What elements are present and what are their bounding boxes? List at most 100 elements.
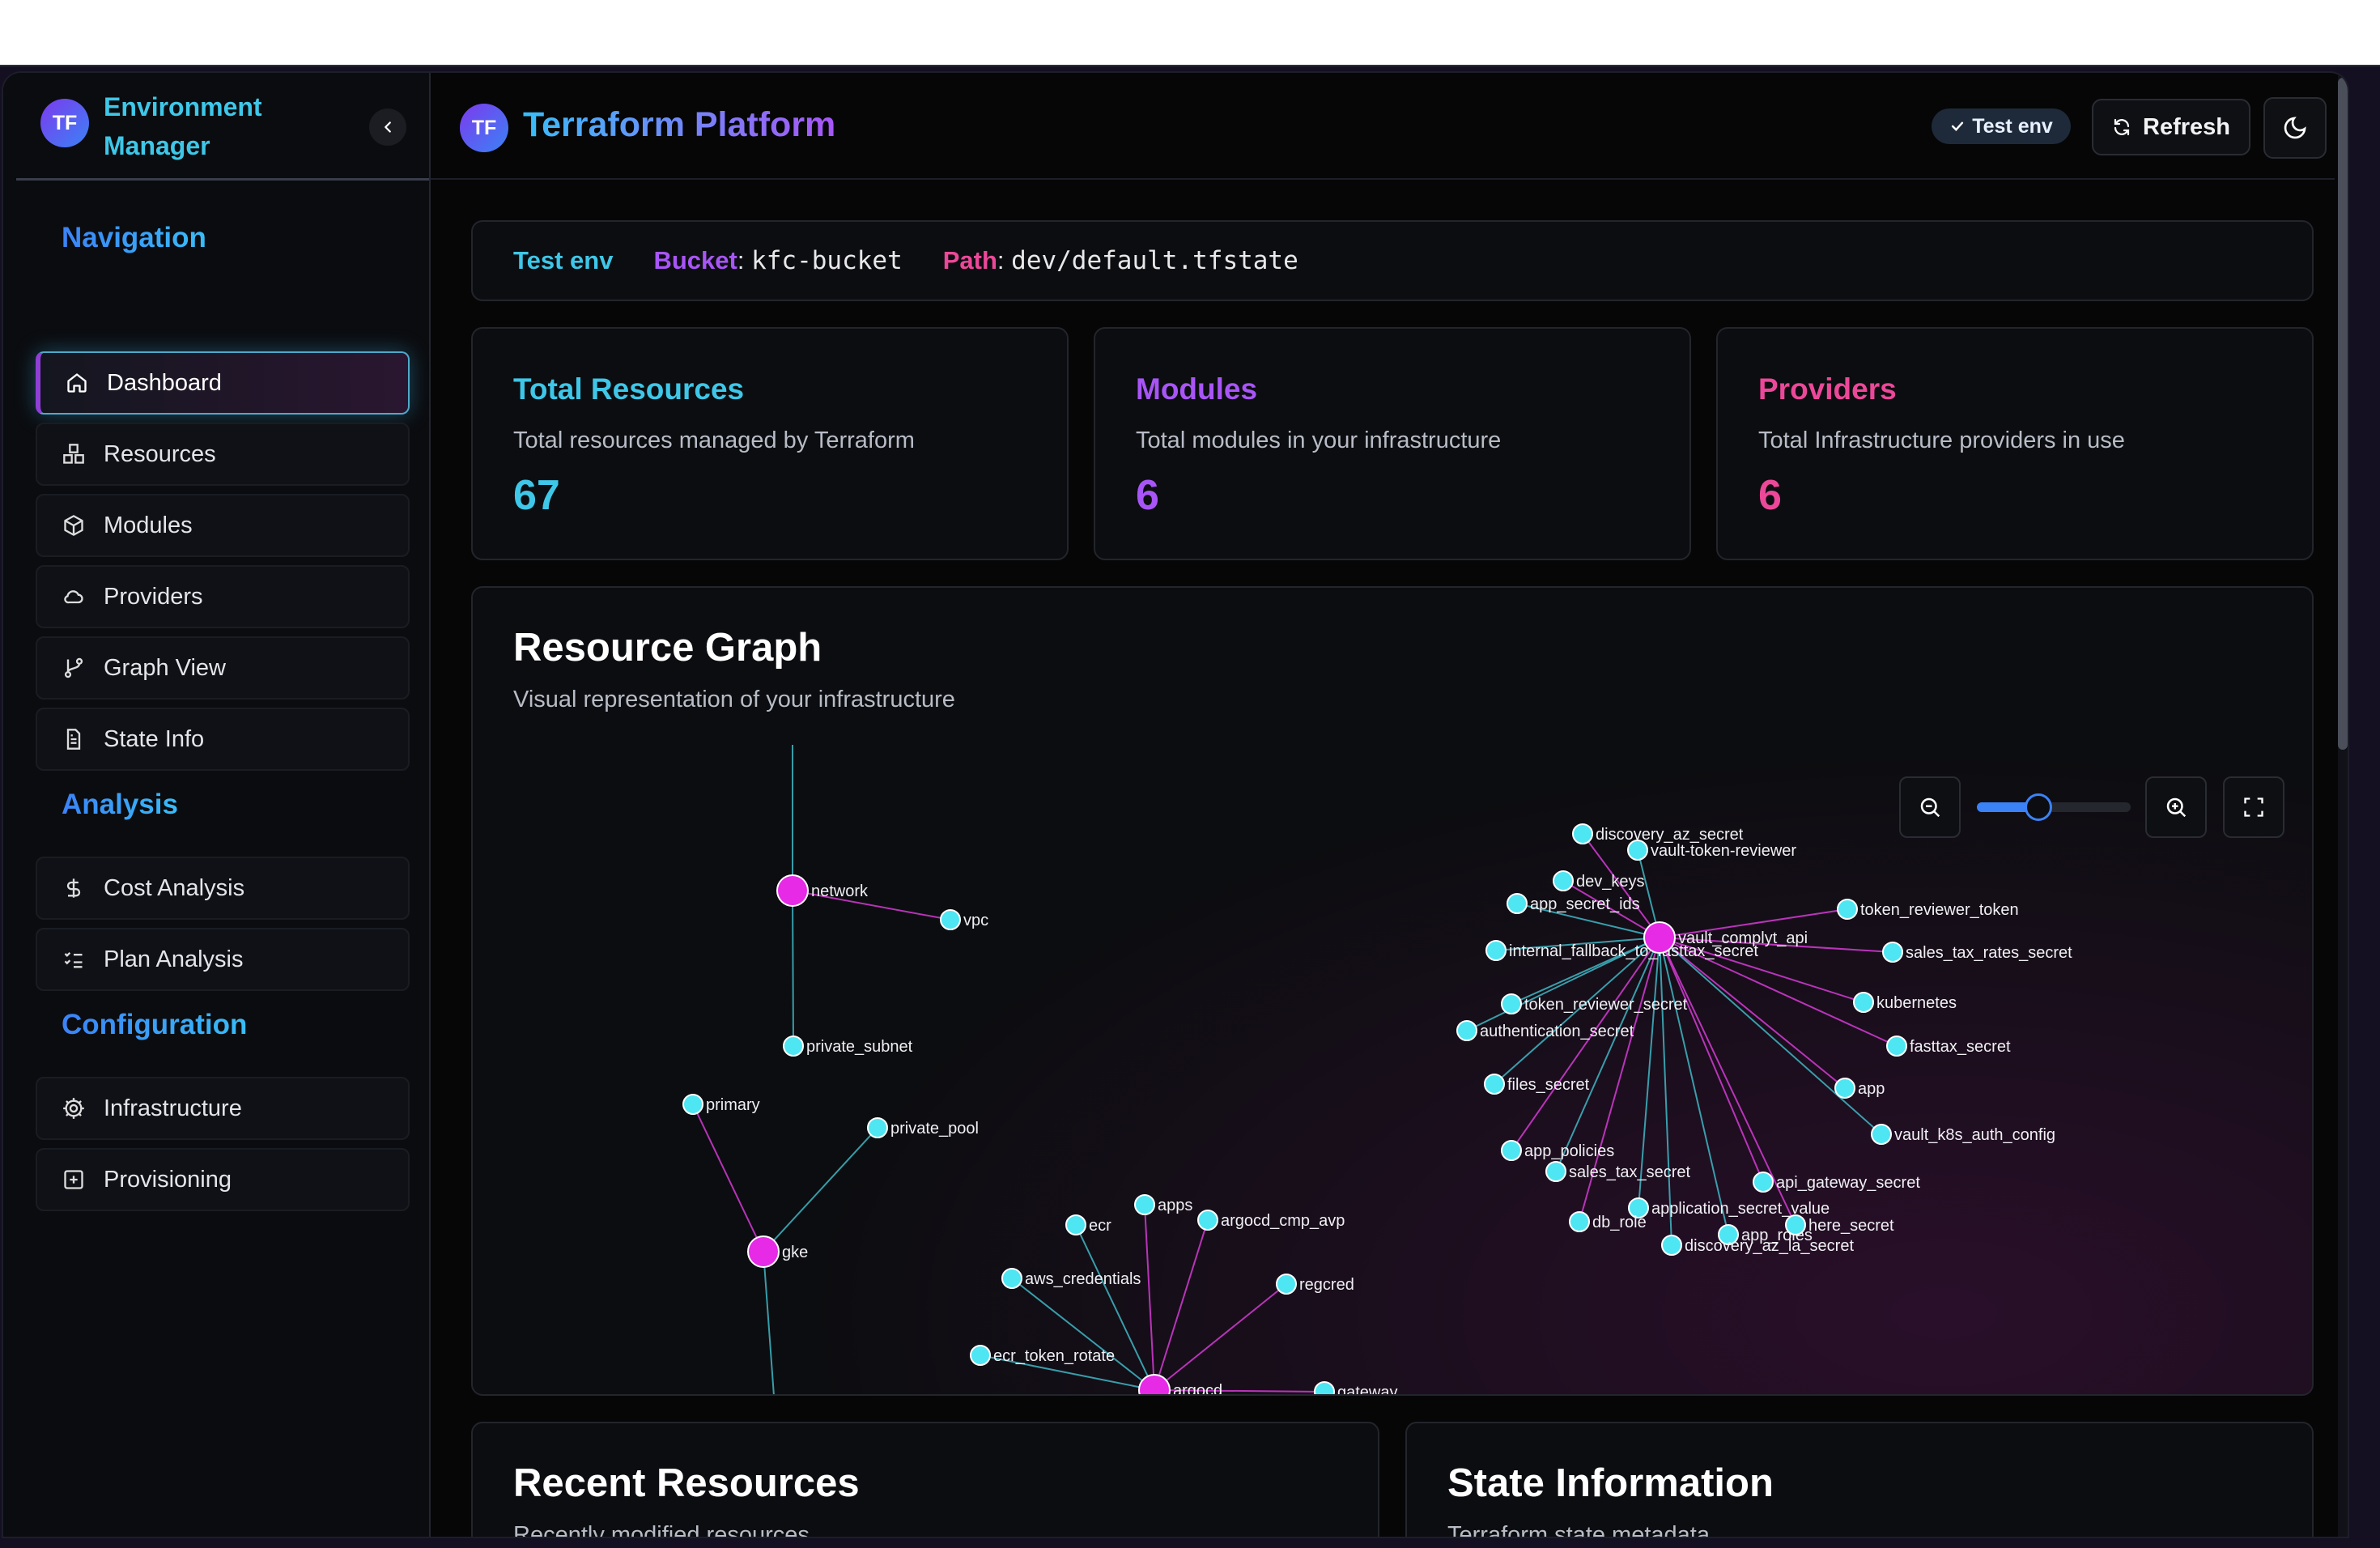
graph-node-primary[interactable] — [682, 1094, 703, 1115]
graph-node-private_subnet[interactable] — [783, 1036, 804, 1057]
graph-node-label: app_secret_ids — [1530, 895, 1640, 913]
scrollbar-thumb[interactable] — [2338, 78, 2348, 750]
brand-avatar: TF — [40, 99, 89, 147]
sidebar-item-providers[interactable]: Providers — [36, 565, 410, 628]
graph-node-fasttax_secret[interactable] — [1886, 1036, 1907, 1057]
graph-node-here_secret[interactable] — [1785, 1214, 1806, 1235]
graph-node-private_pool[interactable] — [867, 1117, 888, 1138]
browser-top-bar — [0, 0, 2380, 66]
refresh-button[interactable]: Refresh — [2092, 99, 2250, 155]
graph-node-label: app_policies — [1524, 1142, 1614, 1160]
stat-description: Total resources managed by Terraform — [513, 427, 915, 453]
sidebar-item-modules[interactable]: Modules — [36, 494, 410, 557]
graph-node-files_secret[interactable] — [1484, 1074, 1505, 1095]
graph-node-kubernetes[interactable] — [1853, 992, 1874, 1013]
fullscreen-icon — [2244, 797, 2263, 817]
graph-node-dev_keys[interactable] — [1553, 870, 1574, 891]
stat-card-providers: Providers Total Infrastructure providers… — [1716, 327, 2314, 560]
graph-node-network[interactable] — [776, 874, 809, 907]
zoom-slider-thumb[interactable] — [2025, 793, 2052, 821]
graph-node-app[interactable] — [1834, 1078, 1855, 1099]
app-title: Terraform Platform — [523, 105, 836, 144]
graph-node-ecr[interactable] — [1065, 1214, 1086, 1235]
graph-node-label: api_gateway_secret — [1776, 1174, 1920, 1192]
graph-edge — [692, 1104, 764, 1252]
graph-node-regcred[interactable] — [1276, 1274, 1297, 1295]
sidebar-item-infrastructure[interactable]: Infrastructure — [36, 1077, 410, 1140]
graph-node-label: private_pool — [890, 1120, 979, 1138]
graph-node-sales_tax_rates_secret[interactable] — [1882, 942, 1903, 963]
graph-node-label: private_subnet — [806, 1038, 913, 1056]
graph-node-sales_tax_secret[interactable] — [1545, 1161, 1566, 1182]
graph-node-label: application_secret_value — [1651, 1200, 1830, 1218]
stat-card-modules: Modules Total modules in your infrastruc… — [1094, 327, 1691, 560]
graph-node-label: discovery_az_secret — [1596, 826, 1744, 844]
list-checks-icon — [62, 947, 86, 972]
sidebar-item-cost-analysis[interactable]: Cost Analysis — [36, 857, 410, 920]
graph-node-argocd_cmp_avp[interactable] — [1197, 1210, 1218, 1231]
package-icon — [62, 513, 86, 538]
sidebar-item-label: Dashboard — [107, 369, 222, 396]
graph-node-discovery_az_secret[interactable] — [1572, 823, 1593, 844]
sidebar-item-resources[interactable]: Resources — [36, 423, 410, 486]
graph-node-app_secret_ids[interactable] — [1507, 893, 1528, 914]
refresh-label: Refresh — [2143, 113, 2230, 140]
graph-node-app_policies[interactable] — [1501, 1140, 1522, 1161]
graph-nodes: vpcprivate_subnetprimaryprivate_poolapps… — [682, 823, 2072, 1396]
graph-node-label: authentication_secret — [1480, 1023, 1634, 1040]
app-window: TF Environment Manager Navigation Dashbo… — [3, 73, 2348, 1537]
sidebar-item-label: Infrastructure — [104, 1095, 242, 1121]
zoom-in-button[interactable] — [2145, 776, 2207, 838]
graph-node-internal_fallback_to_fasttax_secret[interactable] — [1485, 940, 1507, 961]
git-branch-icon — [62, 656, 86, 680]
brand-title: Environment Manager — [104, 92, 262, 160]
sidebar-item-label: Cost Analysis — [104, 874, 245, 901]
collapse-sidebar-button[interactable] — [369, 108, 406, 146]
env-name: Test env — [513, 246, 614, 274]
sidebar-item-label: Modules — [104, 512, 193, 538]
stat-description: Total modules in your infrastructure — [1136, 427, 1502, 453]
sidebar: TF Environment Manager Navigation Dashbo… — [3, 73, 431, 1537]
graph-node-argocd[interactable] — [1138, 1374, 1171, 1396]
graph-node-api_gateway_secret[interactable] — [1753, 1172, 1774, 1193]
theme-toggle-button[interactable] — [2263, 97, 2327, 159]
env-badge-label: Test env — [1972, 114, 2053, 138]
graph-node-discovery_az_la_secret[interactable] — [1661, 1235, 1682, 1256]
graph-node-label: files_secret — [1507, 1076, 1590, 1094]
sidebar-item-dashboard[interactable]: Dashboard — [36, 351, 410, 415]
graph-node-token_reviewer_token[interactable] — [1837, 899, 1858, 920]
resource-graph-canvas[interactable]: vpcprivate_subnetprimaryprivate_poolapps… — [473, 745, 2312, 1396]
environment-info-bar: Test env Bucket: kfc-bucket Path: dev/de… — [471, 220, 2314, 301]
graph-node-aws_credentials[interactable] — [1001, 1268, 1022, 1289]
graph-node-gke[interactable] — [747, 1235, 780, 1268]
graph-node-label: apps — [1158, 1197, 1192, 1214]
graph-node-label: argocd_cmp_avp — [1221, 1212, 1345, 1230]
graph-node-authentication_secret[interactable] — [1456, 1020, 1477, 1041]
graph-node-apps[interactable] — [1134, 1194, 1155, 1215]
graph-node-vault_k8s_auth_config[interactable] — [1871, 1124, 1892, 1145]
sidebar-item-plan-analysis[interactable]: Plan Analysis — [36, 928, 410, 991]
graph-node-token_reviewer_secret[interactable] — [1501, 993, 1522, 1014]
sidebar-item-graph-view[interactable]: Graph View — [36, 636, 410, 700]
graph-node-vault_complyt_api[interactable] — [1643, 921, 1676, 954]
zoom-out-button[interactable] — [1899, 776, 1961, 838]
sidebar-item-label: Graph View — [104, 654, 226, 681]
section-title-navigation: Navigation — [62, 222, 206, 253]
graph-node-ecr_token_rotate[interactable] — [970, 1345, 991, 1366]
graph-node-db_role[interactable] — [1569, 1211, 1590, 1232]
sidebar-item-provisioning[interactable]: Provisioning — [36, 1148, 410, 1211]
fullscreen-button[interactable] — [2223, 776, 2284, 838]
graph-node-gateway[interactable] — [1314, 1381, 1335, 1396]
env-badge[interactable]: Test env — [1932, 108, 2071, 144]
bucket-colon: : — [737, 246, 752, 274]
cog-icon — [62, 1096, 86, 1121]
graph-node-vault-token-reviewer[interactable] — [1627, 840, 1648, 861]
chevron-left-icon — [385, 121, 391, 133]
refresh-icon — [2114, 118, 2130, 136]
stat-title: Modules — [1136, 372, 1258, 406]
file-text-icon — [62, 727, 86, 751]
graph-node-vpc[interactable] — [940, 909, 961, 930]
sidebar-item-state-info[interactable]: State Info — [36, 708, 410, 771]
zoom-slider[interactable] — [1977, 793, 2131, 821]
recent-description: Recently modified resources — [513, 1522, 810, 1537]
